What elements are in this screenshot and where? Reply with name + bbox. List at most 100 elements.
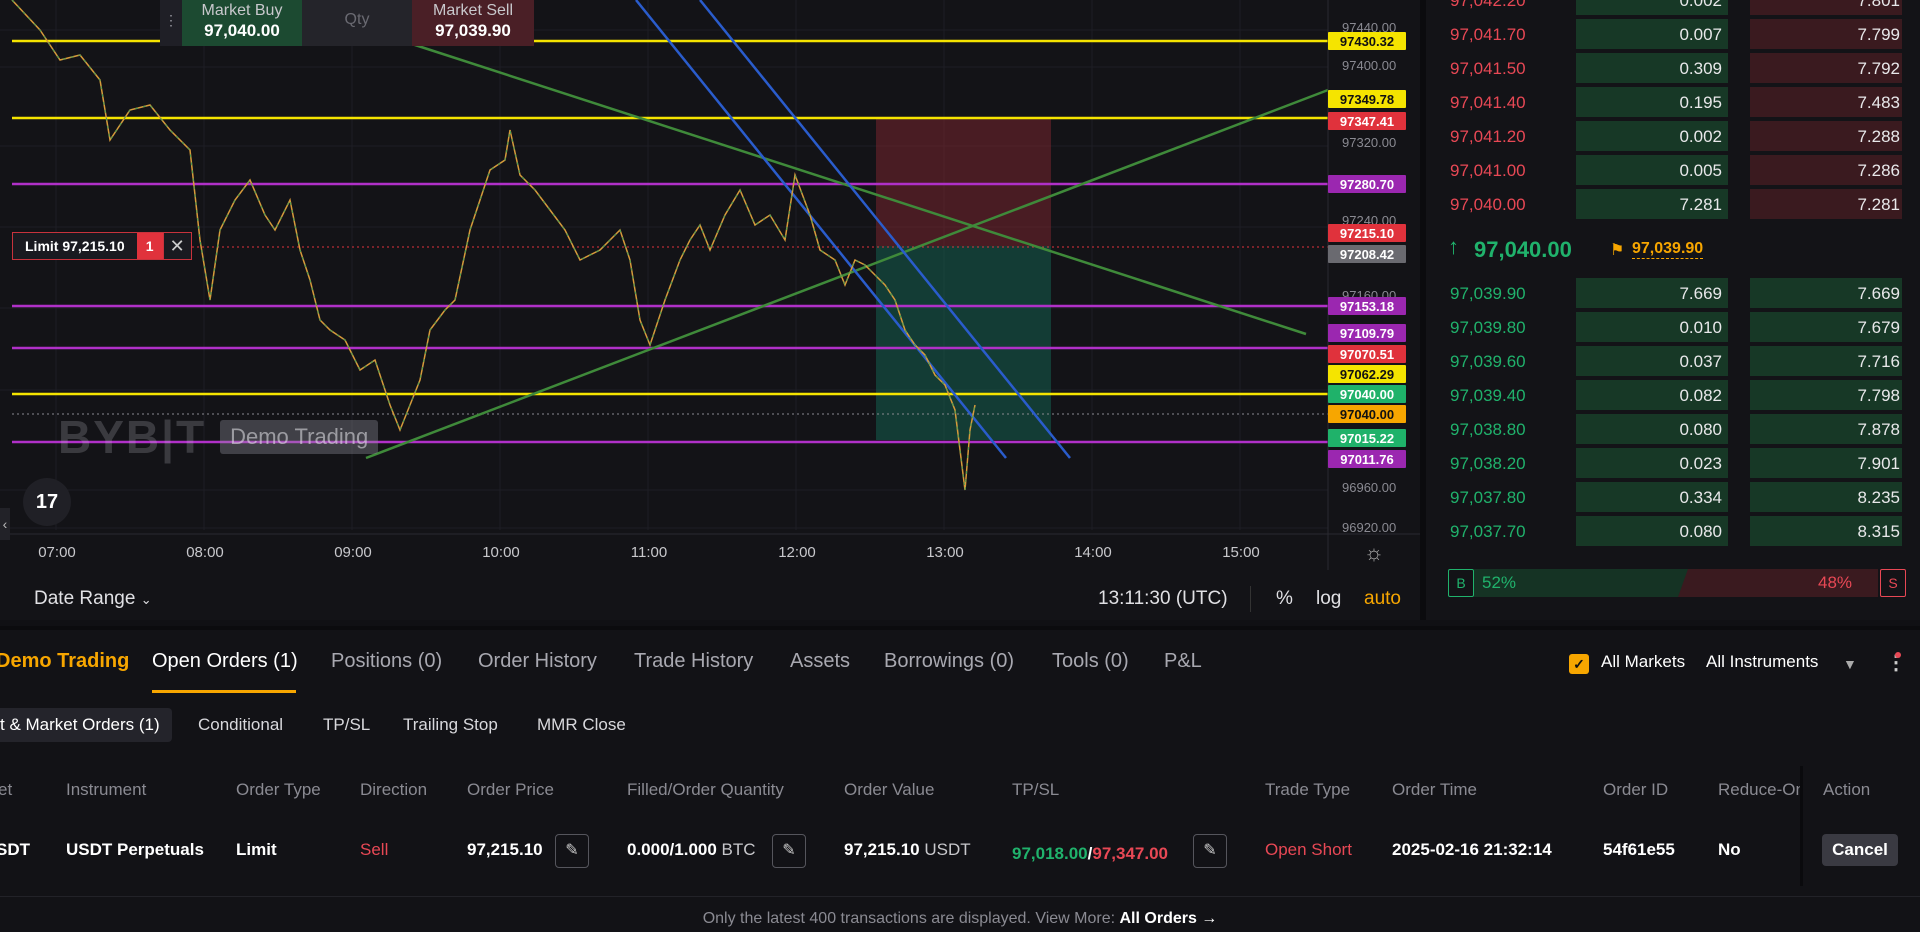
chart-canvas[interactable]: 97440.0097400.0097320.0097240.0097160.00…: [0, 0, 1420, 620]
bid-row[interactable]: 97,039.80 0.010 7.679: [1426, 310, 1920, 344]
bid-row[interactable]: 97,037.80 0.334 8.235: [1426, 480, 1920, 514]
bid-row[interactable]: 97,039.60 0.037 7.716: [1426, 344, 1920, 378]
all-instruments-select[interactable]: All Instruments: [1706, 652, 1818, 672]
tab-order-history[interactable]: Order History: [478, 650, 597, 673]
market-sell-label: Market Sell: [432, 2, 514, 19]
cell-instrument: USDT Perpetuals: [66, 840, 204, 859]
ask-size: 0.005: [1679, 161, 1722, 180]
bid-row[interactable]: 97,037.70 0.080 8.315: [1426, 514, 1920, 548]
auto-scale-toggle[interactable]: auto: [1364, 588, 1401, 610]
ask-row[interactable]: 97,041.50 0.309 7.792: [1426, 51, 1920, 85]
ask-size: 0.002: [1679, 0, 1722, 10]
time-axis-tick: 15:00: [1222, 544, 1260, 561]
bid-total: 7.798: [1857, 386, 1900, 405]
bid-price: 97,037.70: [1450, 522, 1526, 541]
subtab-conditional[interactable]: Conditional: [198, 708, 283, 742]
filled-unit: BTC: [721, 840, 756, 859]
percent-scale-toggle[interactable]: %: [1276, 588, 1293, 610]
tab-open-orders[interactable]: Open Orders (1): [152, 650, 298, 673]
subtab-trailing-stop[interactable]: Trailing Stop: [403, 708, 498, 742]
log-scale-toggle[interactable]: log: [1316, 588, 1341, 610]
order-value-unit: USDT: [924, 840, 971, 859]
qty-input[interactable]: Qty: [302, 0, 412, 46]
ask-row[interactable]: 97,041.20 0.002 7.288: [1426, 119, 1920, 153]
edit-quantity-icon[interactable]: ✎: [772, 834, 806, 868]
ask-row[interactable]: 97,041.70 0.007 7.799: [1426, 17, 1920, 51]
tab-tools[interactable]: Tools (0): [1052, 650, 1129, 673]
time-axis-tick: 14:00: [1074, 544, 1112, 561]
bid-price: 97,039.40: [1450, 386, 1526, 405]
cell-market: SDT: [0, 840, 30, 859]
all-markets-checkbox[interactable]: ✓: [1569, 654, 1589, 674]
buy-ratio: 52%: [1482, 573, 1517, 592]
ask-row[interactable]: 97,042.20 0.002 7.801: [1426, 0, 1920, 17]
cell-reduce-only: No: [1718, 840, 1741, 859]
date-range-button[interactable]: Date Range ⌄: [34, 588, 152, 610]
ask-row[interactable]: 97,041.40 0.195 7.483: [1426, 85, 1920, 119]
bid-row[interactable]: 97,038.80 0.080 7.878: [1426, 412, 1920, 446]
cell-order-time: 2025-02-16 21:32:14: [1392, 840, 1552, 859]
tab-borrowings[interactable]: Borrowings (0): [884, 650, 1014, 673]
tab-positions[interactable]: Positions (0): [331, 650, 442, 673]
column-header-order-type: Order Type: [236, 780, 321, 799]
bid-size: 0.080: [1679, 522, 1722, 541]
bid-row[interactable]: 97,039.90 7.669 7.669: [1426, 276, 1920, 310]
order-value: 97,215.10: [844, 840, 920, 859]
subtab-tpsl[interactable]: TP/SL: [323, 708, 370, 742]
caret-down-icon[interactable]: ▼: [1843, 656, 1857, 672]
bid-price: 97,039.80: [1450, 318, 1526, 337]
column-header-order-id: Order ID: [1603, 780, 1669, 799]
arrow-up-icon: ↑: [1448, 234, 1459, 259]
orders-panel: Demo Trading Open Orders (1) Positions (…: [0, 626, 1920, 932]
close-icon[interactable]: ✕: [162, 233, 191, 259]
cancel-order-button[interactable]: Cancel: [1822, 834, 1898, 866]
subtab-mmr-close[interactable]: MMR Close: [537, 708, 626, 742]
price-axis-tick: 97320.00: [1342, 135, 1396, 150]
column-header-direction: Direction: [360, 780, 428, 799]
ask-row[interactable]: 97,040.00 7.281 7.281: [1426, 187, 1920, 221]
bid-price: 97,038.20: [1450, 454, 1526, 473]
market-sell-button[interactable]: Market Sell 97,039.90: [412, 0, 534, 46]
active-tab-indicator: [152, 690, 296, 693]
subtab-limit-market-orders[interactable]: t & Market Orders (1): [0, 708, 172, 742]
cell-direction: Sell: [360, 840, 389, 859]
price-tag-label: 97011.76: [1340, 452, 1394, 467]
ask-row[interactable]: 97,041.00 0.005 7.286: [1426, 153, 1920, 187]
bid-row[interactable]: 97,038.20 0.023 7.901: [1426, 446, 1920, 480]
ask-price: 97,041.00: [1450, 161, 1526, 180]
bid-size: 0.334: [1679, 488, 1722, 507]
chevron-left-icon[interactable]: ‹: [0, 508, 10, 540]
sell-indicator: S: [1880, 569, 1906, 597]
bid-row[interactable]: 97,039.40 0.082 7.798: [1426, 378, 1920, 412]
limit-order-tag[interactable]: Limit 97,215.10 1 ✕: [12, 232, 192, 260]
bid-size: 0.010: [1679, 318, 1722, 337]
edit-price-icon[interactable]: ✎: [555, 834, 589, 868]
settings-icon[interactable]: ☼: [1364, 540, 1384, 565]
ask-total: 7.792: [1857, 59, 1900, 78]
price-tag-label: 97040.00: [1340, 407, 1394, 422]
ask-price: 97,041.70: [1450, 25, 1526, 44]
chevron-down-icon: ⌄: [140, 592, 152, 607]
bid-price: 97,039.90: [1450, 284, 1526, 303]
market-buy-button[interactable]: Market Buy 97,040.00: [182, 0, 302, 46]
bid-size: 0.080: [1679, 420, 1722, 439]
tradingview-logo-icon[interactable]: 17: [23, 478, 71, 526]
cell-order-price: 97,215.10: [467, 840, 543, 859]
column-header-instrument: Instrument: [66, 780, 147, 799]
bid-total: 8.235: [1857, 488, 1900, 507]
ask-price: 97,041.50: [1450, 59, 1526, 78]
tab-trade-history[interactable]: Trade History: [634, 650, 753, 673]
all-orders-link[interactable]: All Orders →: [1120, 910, 1218, 927]
price-chart[interactable]: 97440.00 97400.00 97320.00 97240.00 97160.00…: [0, 0, 1420, 620]
drag-handle-icon[interactable]: ⋮: [160, 0, 182, 46]
price-tag-label: 97062.29: [1340, 367, 1394, 382]
bid-total: 8.315: [1857, 522, 1900, 541]
ask-size: 7.281: [1679, 195, 1722, 214]
tab-demo-trading[interactable]: Demo Trading: [0, 650, 129, 673]
cell-order-type: Limit: [236, 840, 277, 859]
limit-order-label[interactable]: Limit 97,215.10: [13, 233, 137, 259]
tab-assets[interactable]: Assets: [790, 650, 850, 673]
tab-pnl[interactable]: P&L: [1164, 650, 1202, 673]
edit-tpsl-icon[interactable]: ✎: [1193, 834, 1227, 868]
column-header-order-price: Order Price: [467, 780, 554, 799]
